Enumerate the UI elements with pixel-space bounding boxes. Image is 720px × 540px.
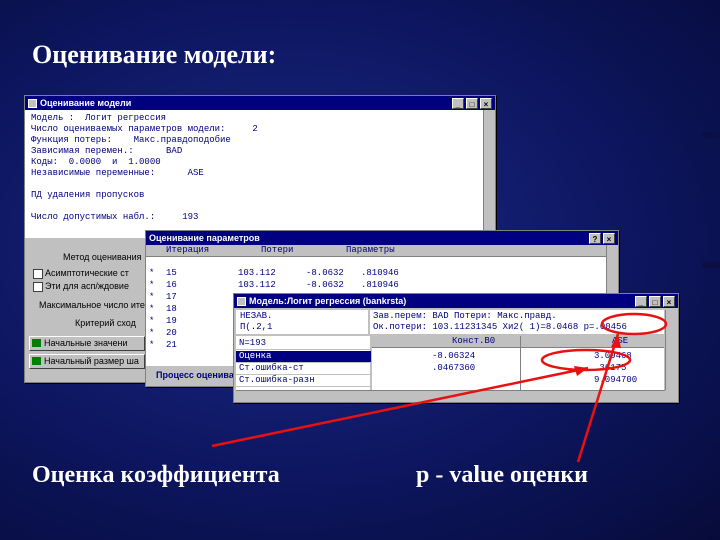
results-grid-header: Конст.B0 ASE	[372, 336, 664, 348]
slide-title: Оценивание модели:	[32, 40, 277, 69]
close-button[interactable]: ×	[663, 295, 675, 307]
indep-label: НЕЗАВ.	[240, 311, 273, 321]
caption-pvalue: p - value оценки	[416, 462, 588, 488]
initial-step-button[interactable]: Начальный размер ша	[29, 354, 145, 369]
parameter-window-titlebar[interactable]: Оценивание параметров ? ×	[146, 231, 618, 245]
slide-edge-mark	[702, 132, 720, 138]
summary-line: Независимые переменные: ASE	[31, 168, 204, 178]
summary-line: Зависимая перемен.: BAD	[31, 146, 183, 156]
slide-edge-mark	[702, 438, 720, 444]
summary-line: Число оцениваемых параметров модели: 2	[31, 124, 258, 134]
ase-std-error-diff: 9.094700	[594, 375, 638, 385]
results-window-scrollbar[interactable]	[665, 310, 677, 390]
info-line-chi2: Ок.потери: 103.11231345 Хи2( 1)=8.0468 p…	[373, 322, 627, 332]
summary-line: ПД удаления пропусков	[31, 190, 145, 200]
info-line: Зав.перем: BAD Потери: Макс.правд.	[373, 311, 557, 321]
asymptotic-checkbox[interactable]	[33, 269, 43, 279]
asymptotic-checkbox-label: Асимптотические ст	[45, 268, 129, 278]
list-item-estimate[interactable]: Оценка	[236, 351, 371, 363]
summary-line: Число допустимых набл.: 193	[31, 212, 199, 222]
method-label: Метод оценивания	[63, 252, 142, 262]
ase-estimate: 3.09468	[594, 351, 632, 361]
estimation-window-titlebar[interactable]: Оценивание модели _ □ ×	[25, 96, 495, 110]
n-obs-label: N=193	[236, 338, 371, 350]
close-button[interactable]: ×	[603, 232, 615, 244]
list-item-std-error[interactable]: Ст.ошибка-ст	[236, 363, 371, 375]
iteration-row: * 16 103.112 -8.0632 .810946	[149, 280, 399, 290]
b0-estimate: -8.06324	[432, 351, 476, 361]
green-icon	[32, 339, 41, 347]
maximize-button[interactable]: □	[649, 295, 661, 307]
grid-divider	[520, 336, 521, 390]
estimation-window-scrollbar[interactable]	[483, 110, 495, 238]
logit-results-window: Модель:Логит регрессия (bankrsta) _ □ × …	[233, 293, 679, 403]
process-status: Процесс оцениван	[156, 370, 240, 380]
summary-line: Модель : Логит регрессия	[31, 113, 167, 123]
col-b0-header: Конст.B0	[452, 336, 496, 346]
summary-line	[31, 179, 489, 190]
list-item-std-error-diff[interactable]: Ст.ошибка-разн	[236, 375, 371, 387]
col-iteration: Итерация	[166, 245, 210, 255]
parameter-window-title: Оценивание параметров	[149, 233, 260, 243]
estimation-window-title: Оценивание модели	[40, 98, 132, 108]
extra-checkbox[interactable]	[33, 282, 43, 292]
summary-line	[31, 201, 489, 212]
iteration-table-header: Итерация Потери Параметры	[146, 245, 618, 257]
caption-coefficient: Оценка коэффициента	[32, 462, 280, 488]
col-ase-header: ASE	[612, 336, 629, 346]
results-window-titlebar[interactable]: Модель:Логит регрессия (bankrsta) _ □ ×	[234, 294, 678, 308]
model-summary-text: Модель : Логит регрессия Число оцениваем…	[25, 110, 495, 226]
col-loss: Потери	[261, 245, 294, 255]
start-values-button[interactable]: Начальные значени	[29, 336, 145, 351]
close-button[interactable]: ×	[480, 97, 492, 109]
max-iterations-label: Максимальное число ите	[39, 300, 145, 310]
results-window-title: Модель:Логит регрессия (bankrsta)	[249, 296, 407, 306]
green-icon	[32, 357, 41, 365]
convergence-criteria-label: Критерий сход	[75, 318, 136, 328]
results-window-hscrollbar[interactable]	[236, 390, 665, 402]
minimize-button[interactable]: _	[635, 295, 647, 307]
maximize-button[interactable]: □	[466, 97, 478, 109]
extra-checkbox-label: Эти для асп/ждовие	[45, 281, 129, 291]
results-list-panel: N=193 Оценка Ст.ошибка-ст Ст.ошибка-разн	[236, 336, 371, 390]
b0-std-error: .0467360	[432, 363, 476, 373]
window-app-icon	[28, 98, 37, 108]
results-info-right: Зав.перем: BAD Потери: Макс.правд. Ок.по…	[370, 310, 664, 334]
help-button[interactable]: ?	[589, 232, 601, 244]
ase-std-error: .36175	[594, 363, 627, 373]
results-info-left: НЕЗАВ. П(.2,1	[236, 310, 368, 334]
iteration-row: * 15 103.112 -8.0632 .810946	[149, 268, 399, 278]
indep-sub-label: П(.2,1	[240, 322, 273, 332]
summary-line: Коды: 0.0000 и 1.0000	[31, 157, 161, 167]
slide-edge-mark	[702, 262, 720, 268]
summary-line: Функция потерь: Макс.правдоподобие	[31, 135, 231, 145]
window-app-icon	[237, 296, 246, 306]
results-grid: Конст.B0 ASE -8.06324 .0467360 3.09468 .…	[372, 336, 664, 390]
minimize-button[interactable]: _	[452, 97, 464, 109]
col-parameters: Параметры	[346, 245, 395, 255]
